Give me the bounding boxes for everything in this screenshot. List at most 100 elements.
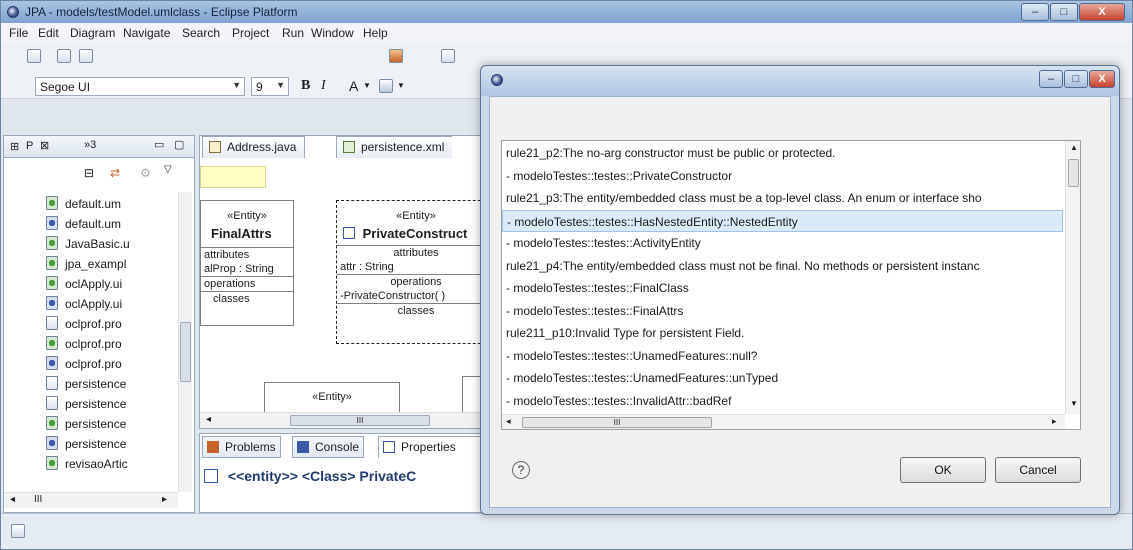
- explorer-hscroll[interactable]: ◂ III ▸: [4, 492, 178, 508]
- minimize-button[interactable]: –: [1021, 3, 1049, 21]
- class-privateconstructor[interactable]: «Entity» PrivateConstruct attributes att…: [336, 200, 496, 344]
- open-type-icon[interactable]: [441, 49, 455, 63]
- scroll-thumb[interactable]: III: [290, 415, 430, 426]
- validation-line[interactable]: - modeloTestes::testes::PrivateConstruct…: [506, 165, 732, 187]
- file-item[interactable]: persistence: [46, 396, 126, 416]
- tab-persistence-xml[interactable]: persistence.xml: [336, 136, 453, 158]
- file-item[interactable]: jpa_exampl: [46, 256, 126, 276]
- file-item[interactable]: default.um: [46, 216, 121, 236]
- validation-line[interactable]: - modeloTestes::testes::InvalidAttr::bad…: [506, 390, 731, 412]
- fast-view-icon[interactable]: [11, 524, 25, 538]
- tab-problems[interactable]: Problems: [202, 436, 281, 458]
- validation-list[interactable]: rule21_p2:The no-arg constructor must be…: [501, 140, 1081, 430]
- cancel-button[interactable]: Cancel: [995, 457, 1081, 483]
- validation-line[interactable]: - modeloTestes::testes::UnamedFeatures::…: [506, 345, 757, 367]
- scroll-left-icon[interactable]: ◂: [10, 494, 15, 505]
- menu-navigate[interactable]: Navigate: [123, 26, 170, 40]
- italic-button[interactable]: I: [321, 78, 326, 94]
- scroll-thumb[interactable]: [180, 322, 191, 382]
- list-hscroll[interactable]: ◂ III ▸: [502, 414, 1065, 429]
- close-button[interactable]: X: [1079, 3, 1125, 21]
- file-item[interactable]: persistence: [46, 376, 126, 396]
- validation-line[interactable]: - modeloTestes::testes::HasNestedEntity:…: [502, 209, 1063, 232]
- validation-line[interactable]: rule211_p10:Invalid Type for persistent …: [506, 322, 744, 344]
- validation-line[interactable]: rule21_p4:The entity/embedded class must…: [506, 255, 980, 277]
- attribute-item[interactable]: attr : String: [337, 260, 495, 274]
- scroll-left-icon[interactable]: ◂: [206, 414, 211, 425]
- scroll-right-icon[interactable]: ▸: [162, 494, 167, 505]
- menu-window[interactable]: Window: [311, 26, 354, 40]
- scroll-thumb[interactable]: III: [34, 494, 42, 505]
- close-icon[interactable]: ⊠: [40, 139, 49, 152]
- bold-button[interactable]: B: [301, 78, 310, 94]
- file-icon: [46, 416, 58, 430]
- file-item[interactable]: persistence: [46, 436, 126, 456]
- validation-line[interactable]: rule21_p2:The no-arg constructor must be…: [506, 142, 836, 164]
- operation-item[interactable]: -PrivateConstructor( ): [337, 289, 495, 303]
- link-editor-icon[interactable]: ⇄: [110, 166, 120, 180]
- view-menu-icon[interactable]: ▽: [164, 164, 172, 175]
- tab-address-java[interactable]: Address.java: [202, 136, 306, 158]
- scroll-thumb[interactable]: [1068, 159, 1079, 187]
- font-color-button[interactable]: A: [349, 78, 358, 94]
- scroll-right-icon[interactable]: ▸: [1052, 416, 1057, 427]
- dialog-minimize-button[interactable]: –: [1039, 70, 1063, 88]
- validation-line[interactable]: - modeloTestes::testes::ActivityEntity: [506, 232, 701, 254]
- menu-diagram[interactable]: Diagram: [70, 26, 115, 40]
- help-icon[interactable]: ?: [512, 461, 530, 479]
- validation-line[interactable]: - modeloTestes::testes::FinalClass: [506, 277, 689, 299]
- explorer-tab[interactable]: P: [26, 140, 33, 152]
- save-icon[interactable]: [57, 49, 71, 63]
- validation-line[interactable]: rule21_p3:The entity/embedded class must…: [506, 187, 982, 209]
- tab-properties[interactable]: Properties: [378, 436, 490, 458]
- scroll-up-icon[interactable]: ▲: [1070, 143, 1078, 152]
- fill-color-icon[interactable]: [379, 79, 393, 93]
- menu-help[interactable]: Help: [363, 26, 388, 40]
- note-shape[interactable]: [200, 166, 266, 188]
- chevron-down-icon[interactable]: ▼: [397, 81, 405, 90]
- minimize-icon[interactable]: ▭: [154, 138, 164, 151]
- print-icon[interactable]: [79, 49, 93, 63]
- file-item[interactable]: revisaoArtic: [46, 456, 128, 476]
- run-icon[interactable]: [389, 49, 403, 63]
- menu-run[interactable]: Run: [282, 26, 304, 40]
- menu-project[interactable]: Project: [232, 26, 269, 40]
- editor-hscroll[interactable]: ◂ III: [200, 412, 488, 428]
- chevron-down-icon[interactable]: ▼: [363, 81, 371, 90]
- explorer-vscroll[interactable]: [178, 192, 192, 492]
- font-size-select[interactable]: 9 ▼: [251, 77, 289, 96]
- font-name-select[interactable]: Segoe UI ▼: [35, 77, 245, 96]
- attribute-item[interactable]: alProp : String: [201, 262, 293, 276]
- list-vscroll[interactable]: ▲ ▼: [1065, 141, 1080, 414]
- file-item[interactable]: oclApply.ui: [46, 296, 122, 316]
- overflow-tabs[interactable]: »3: [84, 139, 96, 151]
- file-item[interactable]: default.um: [46, 196, 121, 216]
- font-size-value: 9: [256, 80, 263, 94]
- file-item[interactable]: oclApply.ui: [46, 276, 122, 296]
- scroll-down-icon[interactable]: ▼: [1070, 399, 1078, 408]
- maximize-button[interactable]: □: [1050, 3, 1078, 21]
- file-item[interactable]: oclprof.pro: [46, 336, 122, 356]
- maximize-icon[interactable]: ▢: [174, 138, 184, 151]
- menu-file[interactable]: File: [9, 26, 28, 40]
- scroll-left-icon[interactable]: ◂: [506, 416, 511, 427]
- file-item[interactable]: persistence: [46, 416, 126, 436]
- scroll-thumb[interactable]: III: [522, 417, 712, 428]
- file-item[interactable]: oclprof.pro: [46, 356, 122, 376]
- collapse-all-icon[interactable]: ⊟: [84, 166, 94, 180]
- file-item[interactable]: oclprof.pro: [46, 316, 122, 336]
- dialog-close-button[interactable]: X: [1089, 70, 1115, 88]
- menu-edit[interactable]: Edit: [38, 26, 59, 40]
- validation-line[interactable]: - modeloTestes::testes::UnamedFeatures::…: [506, 367, 778, 389]
- file-item[interactable]: JavaBasic.u: [46, 236, 130, 256]
- menu-search[interactable]: Search: [182, 26, 220, 40]
- filter-icon[interactable]: ⚙: [140, 166, 151, 180]
- class-finalattrs[interactable]: «Entity» FinalAttrs attributes alProp : …: [200, 200, 294, 326]
- class-entity-3[interactable]: «Entity»: [264, 382, 400, 414]
- dialog-maximize-button[interactable]: □: [1064, 70, 1088, 88]
- validation-line[interactable]: - modeloTestes::testes::FinalAttrs: [506, 300, 683, 322]
- class-icon: [204, 469, 218, 483]
- ok-button[interactable]: OK: [900, 457, 986, 483]
- tab-console[interactable]: Console: [292, 436, 365, 458]
- new-icon[interactable]: [27, 49, 41, 63]
